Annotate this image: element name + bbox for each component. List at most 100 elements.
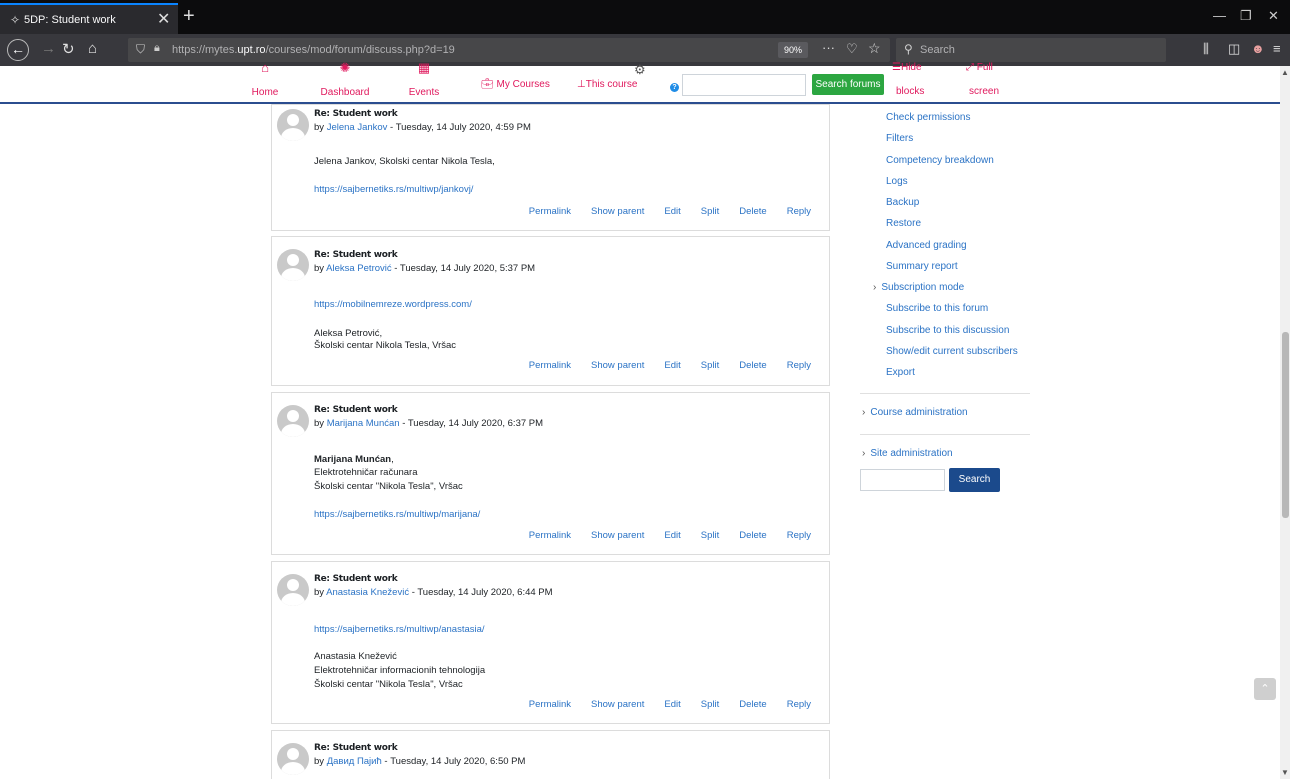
course-administration-link[interactable]: › Course administration bbox=[862, 407, 968, 418]
user-avatar[interactable] bbox=[277, 249, 309, 281]
admin-search-input[interactable] bbox=[860, 469, 945, 491]
split-link[interactable]: Split bbox=[701, 206, 719, 217]
permalink-link[interactable]: Permalink bbox=[529, 206, 571, 217]
scroll-down-icon[interactable]: ▼ bbox=[1281, 768, 1289, 777]
admin-item-summary-report[interactable]: Summary report bbox=[886, 261, 958, 272]
user-avatar[interactable] bbox=[277, 574, 309, 606]
close-tab-icon[interactable]: ✕ bbox=[157, 9, 170, 29]
post-link[interactable]: https://sajbernetiks.rs/multiwp/anastasi… bbox=[314, 624, 485, 635]
reply-link[interactable]: Reply bbox=[787, 360, 811, 371]
edit-link[interactable]: Edit bbox=[664, 206, 680, 217]
page-actions-icon[interactable]: ··· bbox=[822, 40, 835, 55]
url-bar[interactable]: ⛉ 🔒︎ https://mytes.upt.ro/courses/mod/fo… bbox=[128, 38, 890, 62]
minimize-icon[interactable]: — bbox=[1213, 8, 1226, 23]
admin-item-advanced-grading[interactable]: Advanced grading bbox=[886, 240, 967, 251]
split-link[interactable]: Split bbox=[701, 530, 719, 541]
library-icon[interactable]: ⫼ bbox=[1203, 41, 1209, 57]
delete-link[interactable]: Delete bbox=[739, 206, 766, 217]
admin-item-logs[interactable]: Logs bbox=[886, 176, 908, 187]
home-icon[interactable]: ⌂ bbox=[88, 40, 97, 57]
admin-search-button[interactable]: Search bbox=[949, 468, 1000, 492]
admin-item-restore[interactable]: Restore bbox=[886, 218, 921, 229]
reload-icon[interactable]: ↻ bbox=[62, 40, 75, 58]
moodle-favicon-icon: ✧ bbox=[10, 13, 21, 27]
account-icon[interactable]: ☻ bbox=[1251, 41, 1265, 56]
nav-events[interactable]: ▦ Events bbox=[407, 60, 441, 98]
show-parent-link[interactable]: Show parent bbox=[591, 360, 644, 371]
post-actions: Permalink Show parent Edit Split Delete Reply bbox=[509, 699, 811, 710]
browser-tab[interactable]: ✧ 5DP: Student work ✕ bbox=[0, 3, 178, 34]
page-scrollbar[interactable] bbox=[1280, 66, 1290, 779]
admin-item-check-permissions[interactable]: Check permissions bbox=[886, 112, 970, 123]
admin-item-subscribe-discussion[interactable]: Subscribe to this discussion bbox=[886, 325, 1009, 336]
permalink-link[interactable]: Permalink bbox=[529, 530, 571, 541]
delete-link[interactable]: Delete bbox=[739, 360, 766, 371]
post-link[interactable]: https://mobilnemreze.wordpress.com/ bbox=[314, 299, 472, 310]
post-link[interactable]: https://sajbernetiks.rs/multiwp/marijana… bbox=[314, 509, 480, 520]
forum-search-input[interactable] bbox=[682, 74, 806, 96]
author-link[interactable]: Anastasia Knežević bbox=[326, 587, 409, 598]
admin-item-backup[interactable]: Backup bbox=[886, 197, 919, 208]
gear-icon[interactable]: ⚙ bbox=[634, 62, 646, 78]
forward-icon[interactable]: → bbox=[41, 40, 56, 57]
back-to-top-button[interactable]: ⌃ bbox=[1254, 678, 1276, 700]
lock-icon[interactable]: 🔒︎ bbox=[154, 42, 160, 55]
user-avatar[interactable] bbox=[277, 109, 309, 141]
user-avatar[interactable] bbox=[277, 405, 309, 437]
show-parent-link[interactable]: Show parent bbox=[591, 530, 644, 541]
site-administration-link[interactable]: › Site administration bbox=[862, 448, 953, 459]
menu-icon[interactable]: ≡ bbox=[1273, 41, 1281, 56]
new-tab-button[interactable]: + bbox=[183, 5, 195, 28]
admin-item-competency-breakdown[interactable]: Competency breakdown bbox=[886, 155, 994, 166]
full-screen-button[interactable]: ⤢ Full screen bbox=[966, 62, 1006, 97]
post-subject: Re: Student work bbox=[314, 109, 398, 119]
delete-link[interactable]: Delete bbox=[739, 530, 766, 541]
scrollbar-thumb[interactable] bbox=[1282, 332, 1289, 518]
admin-item-show-subscribers[interactable]: Show/edit current subscribers bbox=[886, 346, 1018, 357]
admin-item-export[interactable]: Export bbox=[886, 367, 915, 378]
edit-link[interactable]: Edit bbox=[664, 530, 680, 541]
zoom-badge[interactable]: 90% bbox=[778, 42, 808, 58]
user-avatar[interactable] bbox=[277, 743, 309, 775]
split-link[interactable]: Split bbox=[701, 360, 719, 371]
show-parent-link[interactable]: Show parent bbox=[591, 699, 644, 710]
show-parent-link[interactable]: Show parent bbox=[591, 206, 644, 217]
nav-my-courses[interactable]: 💼︎ My Courses bbox=[481, 79, 550, 90]
help-icon[interactable]: ? bbox=[670, 83, 679, 92]
author-link[interactable]: Marijana Munćan bbox=[327, 418, 400, 429]
edit-link[interactable]: Edit bbox=[664, 699, 680, 710]
sidebar-icon[interactable]: ◫ bbox=[1228, 41, 1240, 57]
restore-icon[interactable]: ❐ bbox=[1240, 8, 1252, 24]
split-link[interactable]: Split bbox=[701, 699, 719, 710]
permalink-link[interactable]: Permalink bbox=[529, 699, 571, 710]
nav-this-course[interactable]: ⊥This course bbox=[577, 79, 637, 90]
admin-item-filters[interactable]: Filters bbox=[886, 133, 913, 144]
url-text[interactable]: https://mytes.upt.ro/courses/mod/forum/d… bbox=[172, 44, 455, 56]
shield-icon[interactable]: ⛉ bbox=[136, 42, 145, 57]
close-window-icon[interactable]: ✕ bbox=[1268, 8, 1279, 24]
nav-home[interactable]: ⌂ Home bbox=[250, 60, 280, 98]
briefcase-icon: 💼︎ bbox=[481, 79, 494, 90]
pocket-icon[interactable]: ♡ bbox=[846, 41, 858, 57]
post-text: Jelena Jankov, Skolski centar Nikola Tes… bbox=[314, 156, 495, 167]
back-icon[interactable]: ← bbox=[7, 39, 29, 61]
bookmark-star-icon[interactable]: ☆ bbox=[868, 40, 881, 57]
author-link[interactable]: Aleksa Petrović bbox=[326, 263, 391, 274]
reply-link[interactable]: Reply bbox=[787, 699, 811, 710]
browser-search-field[interactable]: ⚲ Search bbox=[896, 38, 1166, 62]
edit-link[interactable]: Edit bbox=[664, 360, 680, 371]
search-forums-button[interactable]: Search forums bbox=[812, 74, 884, 95]
permalink-link[interactable]: Permalink bbox=[529, 360, 571, 371]
hide-blocks-button[interactable]: ☰Hide blocks bbox=[892, 62, 932, 97]
delete-link[interactable]: Delete bbox=[739, 699, 766, 710]
author-link[interactable]: Давид Пајић bbox=[327, 756, 382, 767]
author-link[interactable]: Jelena Jankov bbox=[327, 122, 388, 133]
reply-link[interactable]: Reply bbox=[787, 206, 811, 217]
post-link[interactable]: https://sajbernetiks.rs/multiwp/jankovj/ bbox=[314, 184, 473, 195]
divider bbox=[860, 434, 1030, 435]
nav-dashboard[interactable]: ✺ Dashboard bbox=[316, 60, 374, 98]
scroll-up-icon[interactable]: ▲ bbox=[1281, 68, 1289, 77]
admin-item-subscription-mode[interactable]: › Subscription mode bbox=[873, 282, 964, 293]
admin-item-subscribe-forum[interactable]: Subscribe to this forum bbox=[886, 303, 988, 314]
reply-link[interactable]: Reply bbox=[787, 530, 811, 541]
